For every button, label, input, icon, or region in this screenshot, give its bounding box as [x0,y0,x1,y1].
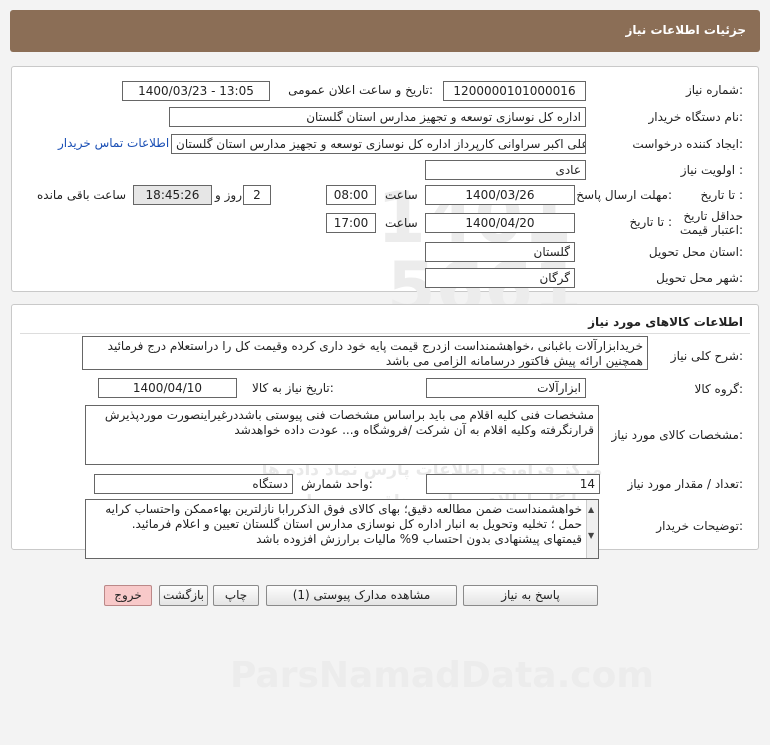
section-divider [20,333,750,334]
need-info-panel: 1401 5661 شماره نیاز: 1200000101000016 ت… [11,66,759,329]
need-date-label: تاریخ نیاز به کالا: [252,381,334,395]
deadline-time-label: ساعت [385,188,418,202]
group-field: ابزارآلات [426,378,586,398]
goods-panel: مرکز فراوری اطلاعات پارس نماد داده ها پا… [11,304,759,559]
reply-button[interactable]: پاسخ به نیاز [463,585,598,606]
buyer-contact-link[interactable]: اطلاعات تماس خریدار [58,136,169,150]
remaining-time-field: 18:45:26 [133,185,212,205]
summary-label: شرح کلی نیاز: [670,349,743,363]
creator-label: ایجاد کننده درخواست: [632,137,743,151]
validity-time-field: 17:00 [326,213,376,233]
validity-to-date-label: تا تاریخ : [629,215,672,229]
page-title: جزئیات اطلاعات نیاز [625,23,746,37]
exit-button[interactable]: خروج [104,585,152,606]
city-label: شهر محل تحویل: [656,271,743,285]
remaining-label: ساعت باقی مانده [37,188,127,202]
deadline-to-date-label: تا تاریخ : [700,188,743,202]
unit-field: دستگاه [94,474,293,494]
group-label: گروه کالا: [694,382,744,396]
watermark-site: ParsNamadData.com [230,655,654,696]
qty-field: 14 [426,474,600,494]
province-field: گلستان [425,242,575,262]
days-field: 2 [243,185,271,205]
buyer-notes-label: توضیحات خریدار: [656,519,743,533]
buyer-org-field: اداره کل نوسازی توسعه و تجهیز مدارس استا… [169,107,586,127]
page-header: جزئیات اطلاعات نیاز [10,10,760,52]
spec-field: مشخصات فنی کلیه اقلام می باید براساس مشخ… [85,405,599,465]
days-label: روز و [215,188,242,202]
need-number-label: شماره نیاز: [685,83,743,97]
province-label: استان محل تحویل: [648,245,743,259]
announce-label: تاریخ و ساعت اعلان عمومی: [288,83,433,97]
qty-label: تعداد / مقدار مورد نیاز: [627,477,743,491]
scroll-down-icon[interactable]: ▼ [588,528,594,543]
deadline-label: مهلت ارسال پاسخ: [576,188,672,202]
need-date-field: 1400/04/10 [98,378,237,398]
priority-label: اولویت نیاز : [680,163,743,177]
spec-label: مشخصات کالای مورد نیاز: [611,428,743,442]
creator-field: علی اکبر سراوانی کارپرداز اداره کل نوساز… [171,134,586,154]
goods-section-title: اطلاعات کالاهای مورد نیاز [588,315,743,329]
validity-time-label: ساعت [385,216,418,230]
back-button[interactable]: بازگشت [159,585,208,606]
buyer-notes-text: خواهشمنداست ضمن مطالعه دقیق؛ بهای کالای … [105,502,582,546]
print-button[interactable]: چاپ [213,585,259,606]
deadline-time-field: 08:00 [326,185,376,205]
validity-label: حداقل تاریخ اعتبار قیمت: [679,209,743,237]
validity-date-field: 1400/04/20 [425,213,575,233]
buyer-org-label: نام دستگاه خریدار: [648,110,744,124]
deadline-date-field: 1400/03/26 [425,185,575,205]
view-attachments-button[interactable]: مشاهده مدارک پیوستی (1) [266,585,457,606]
announce-field: 1400/03/23 - 13:05 [122,81,270,101]
buyer-notes-scrollbar[interactable]: ▲ ▼ [586,500,598,558]
summary-field: خریدابزارآلات باغبانی ،خواهشمنداست ازدرج… [82,336,648,370]
scroll-up-icon[interactable]: ▲ [588,502,594,517]
buyer-notes-field[interactable]: خواهشمنداست ضمن مطالعه دقیق؛ بهای کالای … [85,499,599,559]
unit-label: واحد شمارش: [301,477,373,491]
priority-field: عادی [425,160,586,180]
need-number-field: 1200000101000016 [443,81,586,101]
city-field: گرگان [425,268,575,288]
